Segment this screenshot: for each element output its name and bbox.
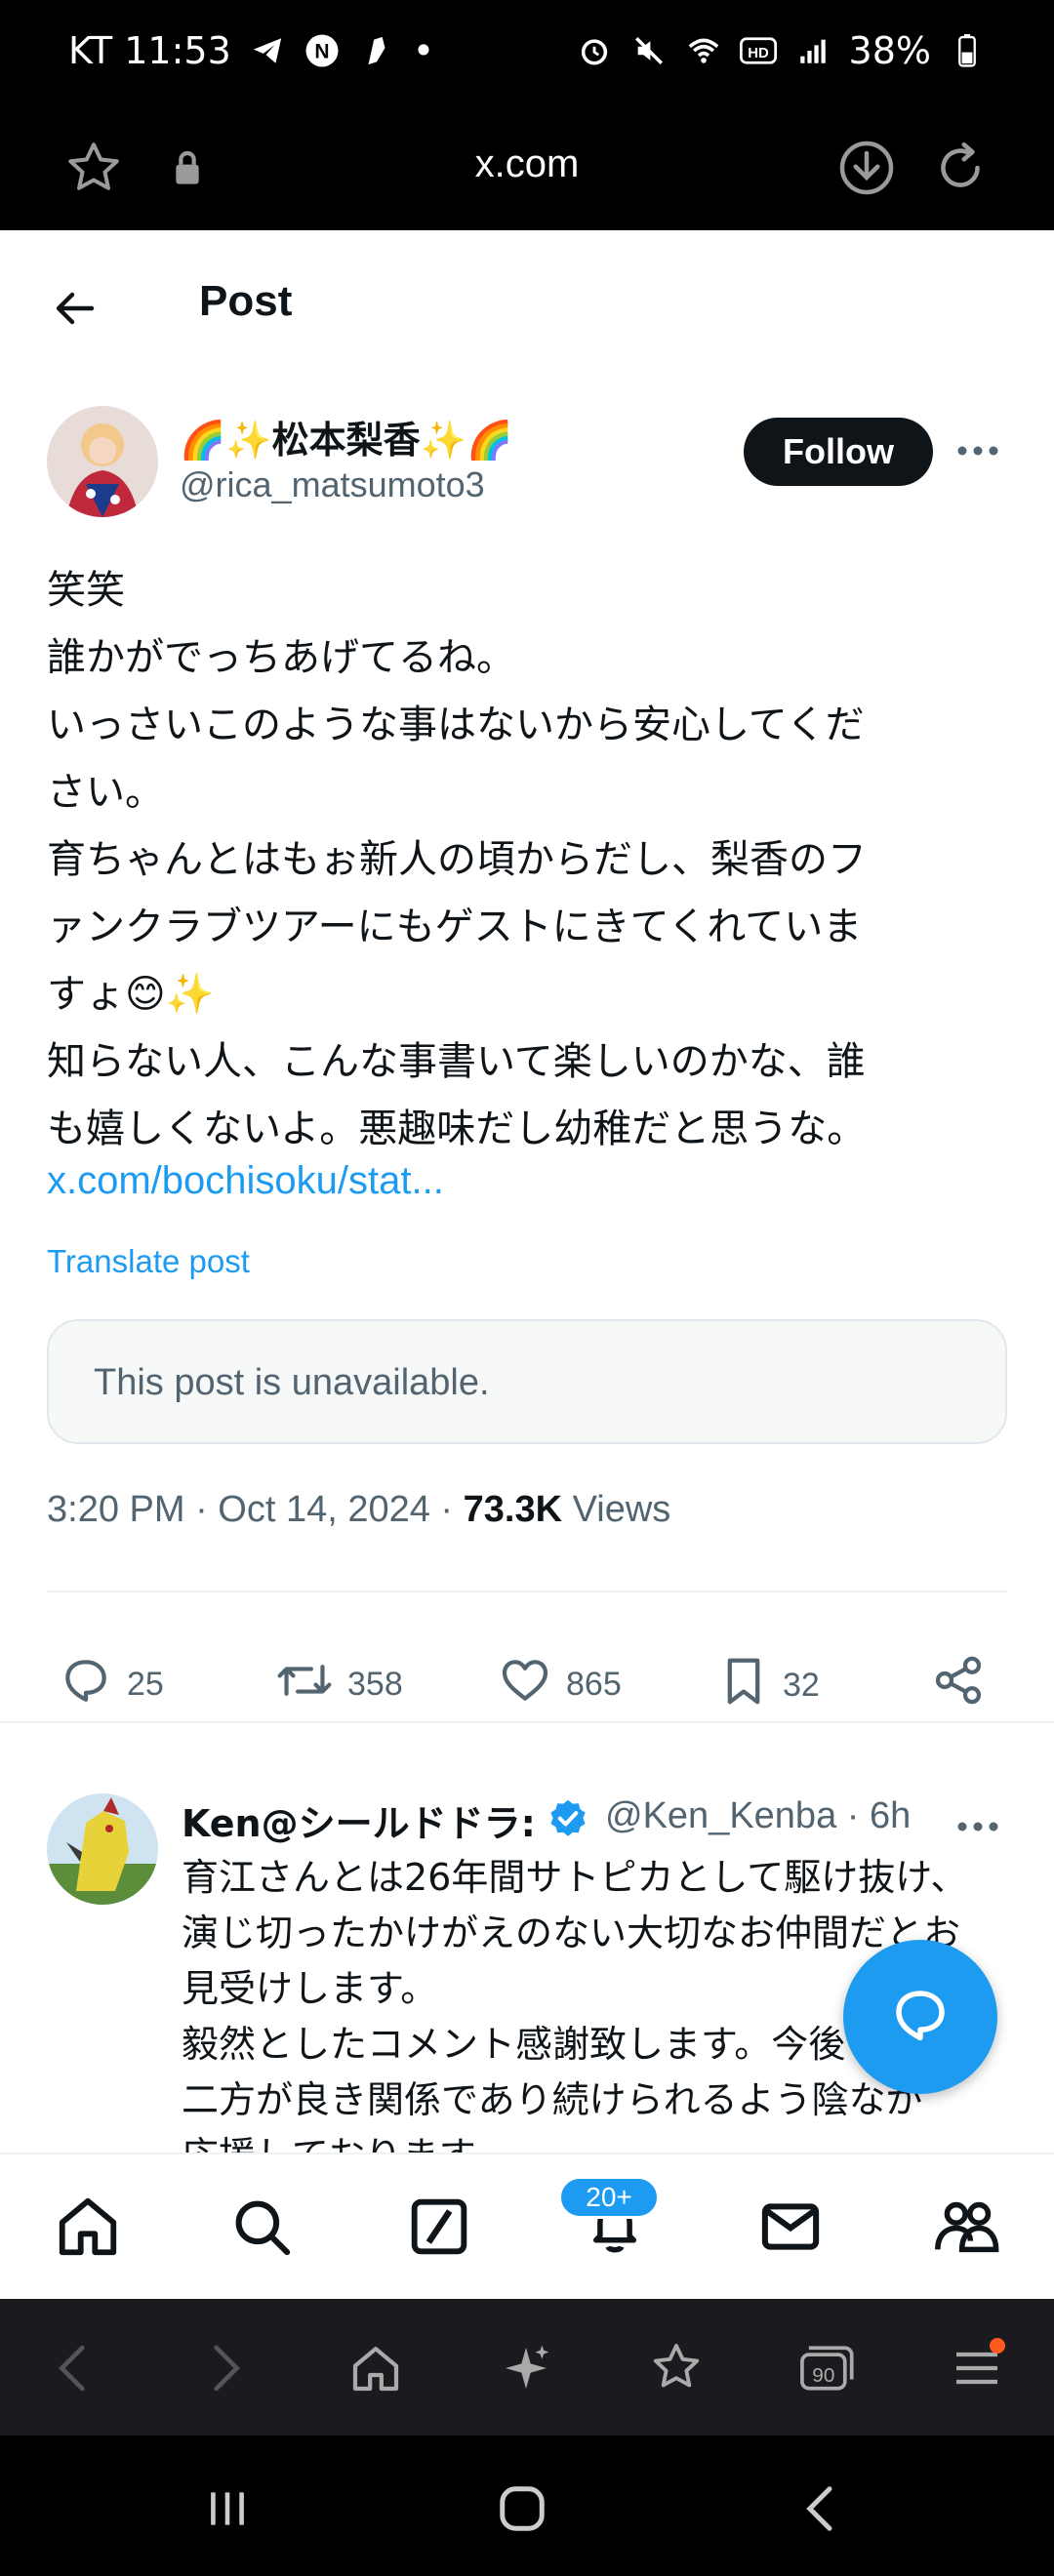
repost-button[interactable]: 358 <box>275 1653 403 1716</box>
notification-dot <box>990 2338 1005 2354</box>
notifications-badge: 20+ <box>558 2176 660 2219</box>
carrier-time: KT 11:53 <box>68 29 231 72</box>
n-app-icon: N <box>304 32 341 69</box>
post-text-line: さい。 <box>47 770 164 815</box>
reply-text-line: 育江さんとは26年間サトピカとして駆け抜け、 <box>182 1856 968 1899</box>
messages-icon[interactable] <box>751 2188 830 2266</box>
post-text-line: いっさいこのような事はないから安心してくだ <box>47 703 865 747</box>
post-text-line: も嬉しくないよ。悪趣味だし幼稚だと思うな。 <box>47 1107 867 1151</box>
home-icon[interactable] <box>49 2188 127 2266</box>
svg-text:90: 90 <box>812 2364 834 2387</box>
communities-icon[interactable] <box>927 2188 1005 2266</box>
quoted-post-unavailable: This post is unavailable. <box>47 1319 1007 1444</box>
system-navigation-bar <box>0 2435 1054 2576</box>
sparkle-icon[interactable] <box>492 2334 560 2402</box>
reply-handle-time[interactable]: @Ken_Kenba · 6h <box>605 1795 911 1837</box>
post-text-line: 育ちゃんとはもぉ新人の頃からだし、梨香のフ <box>47 837 867 882</box>
views-label: Views <box>562 1489 671 1530</box>
status-dot: • <box>412 29 435 72</box>
unavailable-text: This post is unavailable. <box>94 1362 490 1403</box>
post-meta: 3:20 PM · Oct 14, 2024 · 73.3K Views <box>47 1489 670 1531</box>
follow-button[interactable]: Follow <box>744 418 933 486</box>
reload-icon[interactable] <box>923 131 997 205</box>
grok-icon[interactable] <box>400 2188 478 2266</box>
signal-icon <box>794 32 831 69</box>
reply-button[interactable]: 25 <box>59 1653 164 1716</box>
recent-apps-icon[interactable] <box>193 2475 262 2543</box>
translate-post-link[interactable]: Translate post <box>47 1243 250 1280</box>
verified-badge-icon <box>547 1797 589 1844</box>
wifi-icon <box>685 32 722 69</box>
mute-icon <box>630 32 668 69</box>
bookmark-count: 32 <box>783 1667 820 1704</box>
share-button[interactable] <box>931 1653 986 1716</box>
post-link[interactable]: x.com/bochisoku/stat... <box>47 1159 444 1203</box>
browser-back-icon[interactable] <box>39 2334 107 2402</box>
reply-author-name[interactable]: Ken@シールドドラ: <box>182 1793 536 1847</box>
post-header: Post <box>0 230 1054 377</box>
menu-icon[interactable] <box>943 2334 1011 2402</box>
more-options-icon[interactable] <box>949 431 1007 470</box>
search-icon[interactable] <box>223 2188 301 2266</box>
views-count[interactable]: 73.3K <box>464 1489 562 1530</box>
post-text-line: 笑笑 <box>47 568 125 613</box>
bottom-tab-bar: 20+ <box>0 2153 1054 2299</box>
share-icon <box>931 1653 986 1716</box>
divider <box>47 1590 1007 1592</box>
reply-icon <box>59 1653 113 1716</box>
compose-reply-button[interactable] <box>843 1940 997 2094</box>
reply-count: 25 <box>127 1666 164 1703</box>
telegram-icon <box>249 32 286 69</box>
more-options-icon[interactable] <box>949 1807 1007 1846</box>
post-page: Post 🌈✨松本梨香✨🌈 @rica_matsumoto3 Follow 笑笑… <box>0 230 1054 2299</box>
browser-forward-icon[interactable] <box>191 2334 260 2402</box>
home-button-icon[interactable] <box>488 2475 556 2543</box>
post-text-line: 知らない人、こんな事書いて楽しいのかな、誰 <box>47 1039 866 1084</box>
page-title: Post <box>199 277 293 325</box>
svg-text:HD: HD <box>748 45 769 61</box>
hd-icon: HD <box>739 32 777 69</box>
divider <box>0 1721 1054 1723</box>
alarm-icon <box>576 32 613 69</box>
battery-percent: 38% <box>848 29 931 72</box>
bookmarks-star-icon[interactable] <box>642 2334 710 2402</box>
bookmark-icon <box>718 1653 769 1718</box>
tabs-icon[interactable]: 90 <box>790 2334 859 2402</box>
status-bar: KT 11:53 N • HD 38% <box>0 0 1054 107</box>
author-name[interactable]: 🌈✨松本梨香✨🌈 <box>180 410 512 463</box>
battery-icon <box>949 32 986 69</box>
repost-count: 358 <box>347 1666 403 1703</box>
author-handle[interactable]: @rica_matsumoto3 <box>180 464 485 505</box>
back-arrow-icon[interactable] <box>35 269 113 347</box>
post-text-line: 誰かがでっちあげてるね。 <box>47 635 515 680</box>
post-text-line: すょ😊✨ <box>47 972 215 1017</box>
author-avatar[interactable] <box>47 406 158 517</box>
post-actions: 25 358 865 32 <box>0 1626 1054 1733</box>
heart-icon <box>498 1653 552 1716</box>
browser-home-icon[interactable] <box>342 2334 410 2402</box>
post-text-line: ァンクラブツアーにもゲストにきてくれていま <box>47 905 863 949</box>
like-button[interactable]: 865 <box>498 1653 622 1716</box>
svg-text:N: N <box>314 41 329 63</box>
browser-navigation-bar: 90 <box>0 2299 1054 2435</box>
post-author: 🌈✨松本梨香✨🌈 @rica_matsumoto3 Follow <box>47 406 1007 533</box>
bookmark-button[interactable]: 32 <box>718 1653 820 1718</box>
app-icon <box>358 32 395 69</box>
browser-address-bar: x.com <box>0 107 1054 230</box>
reply-avatar[interactable] <box>47 1793 158 1905</box>
like-count: 865 <box>566 1666 622 1703</box>
repost-icon <box>275 1653 334 1716</box>
reply-bubble-icon <box>888 1983 953 2051</box>
download-icon[interactable] <box>830 131 904 205</box>
post-timestamp[interactable]: 3:20 PM · Oct 14, 2024 · <box>47 1489 464 1530</box>
system-back-icon[interactable] <box>787 2475 855 2543</box>
post-text: 笑笑 誰かがでっちあげてるね。 いっさいこのような事はないから安心してくだ さい… <box>47 557 1013 1163</box>
